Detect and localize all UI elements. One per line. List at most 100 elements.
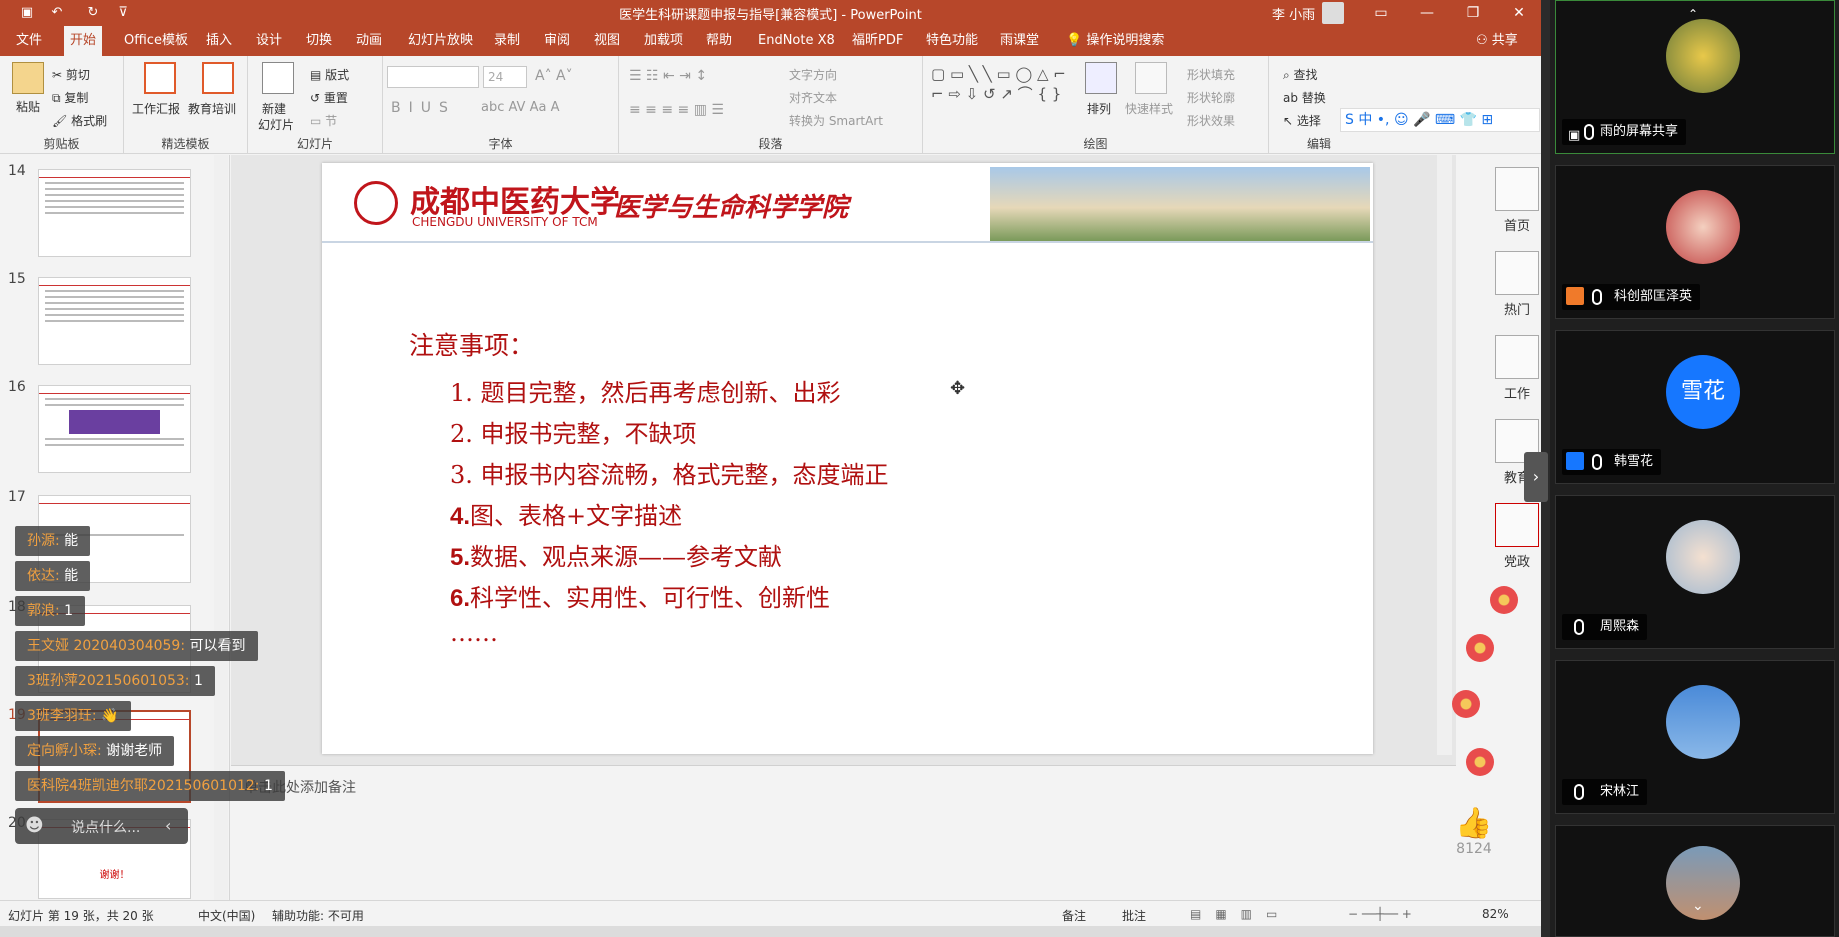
expand-panel-button[interactable]: ›	[1524, 452, 1548, 502]
slide-scrollbar[interactable]	[1437, 155, 1452, 755]
user-name[interactable]: 李 小雨	[1272, 4, 1315, 23]
tab-record[interactable]: 录制	[488, 26, 526, 56]
comments-button[interactable]: 批注	[1122, 907, 1146, 924]
cut-button[interactable]: ✂ 剪切	[52, 66, 90, 83]
participant-tile[interactable]: 宋林江	[1555, 660, 1835, 814]
side-work-button[interactable]: 工作	[1491, 335, 1543, 402]
slide-heading[interactable]: 注意事项：	[409, 326, 534, 362]
tab-features[interactable]: 特色功能	[920, 26, 984, 56]
participant-tile[interactable]: ⌃ ▣ 雨的屏幕共享	[1555, 0, 1835, 154]
like-button[interactable]: 👍 8124	[1454, 806, 1494, 864]
find-button[interactable]: ⌕ 查找	[1283, 66, 1318, 83]
slide-list-item[interactable]: 3. 申报书内容流畅，格式完整，态度端正	[450, 455, 889, 490]
tab-rain-classroom[interactable]: 雨课堂	[994, 26, 1045, 56]
shapes-gallery[interactable]: ▢ ▭ ╲ ╲ ▭ ◯ △ ⌐ ⌐ ⇨ ⇩ ↺ ↗ ⌒ { }	[931, 64, 1071, 104]
chat-input[interactable]: ☻ 说点什么... ‹	[15, 808, 188, 844]
current-slide[interactable]: 成都中医药大学 CHENGDU UNIVERSITY OF TCM 医学与生命科…	[322, 163, 1373, 754]
tab-view[interactable]: 视图	[588, 26, 626, 56]
reset-button[interactable]: ↺ 重置	[310, 89, 348, 106]
notes-button[interactable]: 备注	[1062, 907, 1086, 924]
font-size-combo[interactable]: 24	[483, 66, 527, 88]
tab-help[interactable]: 帮助	[700, 26, 738, 56]
tab-design[interactable]: 设计	[250, 26, 288, 56]
tab-insert[interactable]: 插入	[200, 26, 238, 56]
chevron-down-icon[interactable]: ⌄	[1692, 898, 1704, 914]
replace-button[interactable]: ab 替换	[1283, 89, 1326, 106]
ribbon-display-icon[interactable]: ▭	[1358, 0, 1404, 26]
font-style-buttons[interactable]: BIUS	[391, 100, 456, 116]
slide-list-item[interactable]: 4.图、表格+文字描述	[450, 496, 682, 531]
quick-styles-button[interactable]: 快速样式	[1125, 100, 1173, 117]
tab-addins[interactable]: 加载项	[638, 26, 689, 56]
section-button[interactable]: ▭ 节	[310, 112, 337, 129]
tab-animations[interactable]: 动画	[350, 26, 388, 56]
shape-outline-button[interactable]: 形状轮廓	[1187, 89, 1235, 106]
new-slide-label2[interactable]: 幻灯片	[258, 116, 294, 133]
grow-font-icon[interactable]: A˄ A˅	[535, 68, 573, 84]
text-direction-button[interactable]: 文字方向	[789, 66, 837, 83]
new-slide-button[interactable]: 新建	[262, 100, 286, 117]
language-status[interactable]: 中文(中国)	[198, 907, 255, 924]
align-buttons[interactable]: ≡ ≡ ≡ ≡ ▥ ☰	[629, 102, 724, 118]
format-painter-button[interactable]: 🖌 格式刷	[52, 112, 107, 129]
chevron-up-icon[interactable]: ⌃	[1688, 7, 1698, 21]
tab-foxit-pdf[interactable]: 福昕PDF	[846, 26, 909, 56]
participant-tile[interactable]: 科创部匡泽英	[1555, 165, 1835, 319]
work-report-button[interactable]: 工作汇报	[132, 100, 180, 117]
new-slide-icon[interactable]	[262, 62, 294, 94]
accessibility-status[interactable]: 辅助功能: 不可用	[272, 907, 364, 924]
participant-tile[interactable]: 周熙森	[1555, 495, 1835, 649]
minimize-icon[interactable]: —	[1404, 0, 1450, 26]
slide-list-item[interactable]: ……	[450, 619, 498, 647]
tab-office-templates[interactable]: Office模板	[118, 26, 194, 56]
emoji-icon[interactable]: ☻	[25, 815, 44, 836]
close-icon[interactable]: ✕	[1496, 0, 1542, 26]
ime-toolbar[interactable]: S 中 •, ☺ 🎤 ⌨ 👕 ⊞	[1340, 108, 1540, 132]
slide-list-item[interactable]: 1. 题目完整，然后再考虑创新、出彩	[450, 373, 841, 408]
tab-endnote[interactable]: EndNote X8	[752, 26, 841, 56]
participant-tile[interactable]: ⌄	[1555, 825, 1835, 937]
slide-thumbnail-16[interactable]	[38, 385, 191, 473]
collapse-chat-icon[interactable]: ‹	[165, 816, 171, 835]
select-button[interactable]: ↖ 选择	[1283, 112, 1321, 129]
slide-thumbnail-15[interactable]	[38, 277, 191, 365]
side-hot-button[interactable]: 热门	[1491, 251, 1543, 318]
paste-button[interactable]: 粘贴	[16, 98, 40, 115]
quick-styles-icon[interactable]	[1135, 62, 1167, 94]
side-home-button[interactable]: 首页	[1491, 167, 1543, 234]
tab-transitions[interactable]: 切换	[300, 26, 338, 56]
font-effects-buttons[interactable]: abc AV Aa A	[481, 100, 559, 115]
font-name-combo[interactable]	[387, 66, 479, 88]
arrange-icon[interactable]	[1085, 62, 1117, 94]
tell-me-search[interactable]: 💡 操作说明搜索	[1060, 26, 1170, 56]
notes-pane[interactable]: 单击此处添加备注	[231, 765, 1456, 900]
zoom-level[interactable]: 82%	[1482, 907, 1509, 921]
zoom-slider[interactable]: − ──┼── +	[1348, 907, 1412, 921]
education-training-button[interactable]: 教育培训	[188, 100, 236, 117]
share-button[interactable]: ⚇ 共享	[1470, 26, 1524, 56]
shape-effects-button[interactable]: 形状效果	[1187, 112, 1235, 129]
view-buttons[interactable]: ▤▦▥▭	[1190, 907, 1291, 921]
arrange-button[interactable]: 排列	[1087, 100, 1111, 117]
paste-icon[interactable]	[12, 62, 44, 94]
participant-tile[interactable]: 雪花 韩雪花	[1555, 330, 1835, 484]
side-party-button[interactable]: 党政	[1491, 503, 1543, 570]
align-text-button[interactable]: 对齐文本	[789, 89, 837, 106]
tab-file[interactable]: 文件	[10, 26, 48, 56]
slide-list-item[interactable]: 6.科学性、实用性、可行性、创新性	[450, 578, 830, 613]
work-report-icon[interactable]	[144, 62, 176, 94]
layout-button[interactable]: ▤ 版式	[310, 66, 349, 83]
tab-home[interactable]: 开始	[64, 26, 103, 56]
slide-list-item[interactable]: 2. 申报书完整，不缺项	[450, 414, 697, 449]
tab-review[interactable]: 审阅	[538, 26, 576, 56]
shape-fill-button[interactable]: 形状填充	[1187, 66, 1235, 83]
copy-button[interactable]: ⧉ 复制	[52, 89, 88, 106]
slide-list-item[interactable]: 5.数据、观点来源——参考文献	[450, 537, 782, 572]
smartart-button[interactable]: 转换为 SmartArt	[789, 112, 883, 129]
slide-thumbnail-14[interactable]	[38, 169, 191, 257]
list-buttons[interactable]: ☰ ☷ ⇤ ⇥ ↕	[629, 68, 707, 84]
tab-slideshow[interactable]: 幻灯片放映	[402, 26, 479, 56]
user-avatar[interactable]	[1322, 2, 1344, 24]
education-training-icon[interactable]	[202, 62, 234, 94]
restore-icon[interactable]: ❐	[1450, 0, 1496, 26]
